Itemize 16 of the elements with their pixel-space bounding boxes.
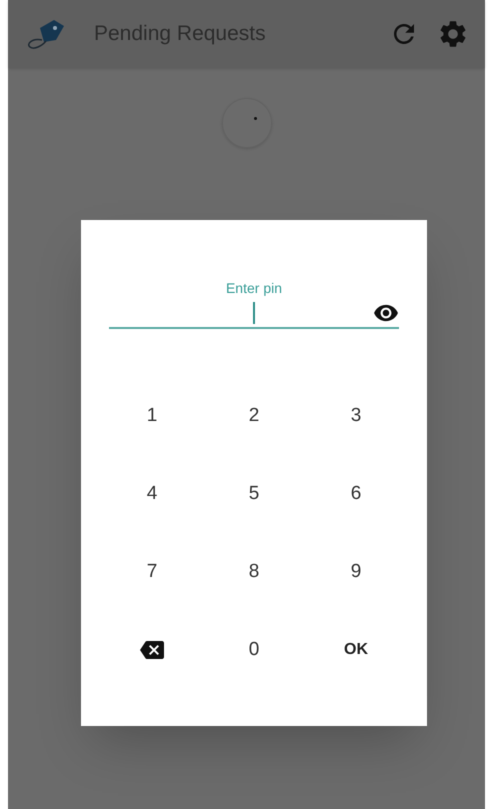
keypad-key[interactable]: 0 (203, 611, 305, 689)
keypad-key[interactable]: 2 (203, 377, 305, 455)
backspace-button[interactable] (140, 638, 164, 662)
keypad-key[interactable]: 7 (101, 533, 203, 611)
ok-button[interactable]: OK (305, 611, 407, 689)
keypad-key[interactable]: 3 (305, 377, 407, 455)
keypad-key[interactable]: 4 (101, 455, 203, 533)
keypad-key[interactable]: 6 (305, 455, 407, 533)
keypad-key[interactable]: 5 (203, 455, 305, 533)
backspace-icon (140, 638, 164, 662)
pin-input-field[interactable] (109, 299, 399, 329)
pin-field-label: Enter pin (226, 279, 282, 298)
keypad-key[interactable]: 8 (203, 533, 305, 611)
keypad-key[interactable]: 9 (305, 533, 407, 611)
loading-spinner (222, 98, 272, 148)
keypad-key[interactable]: 1 (101, 377, 203, 455)
